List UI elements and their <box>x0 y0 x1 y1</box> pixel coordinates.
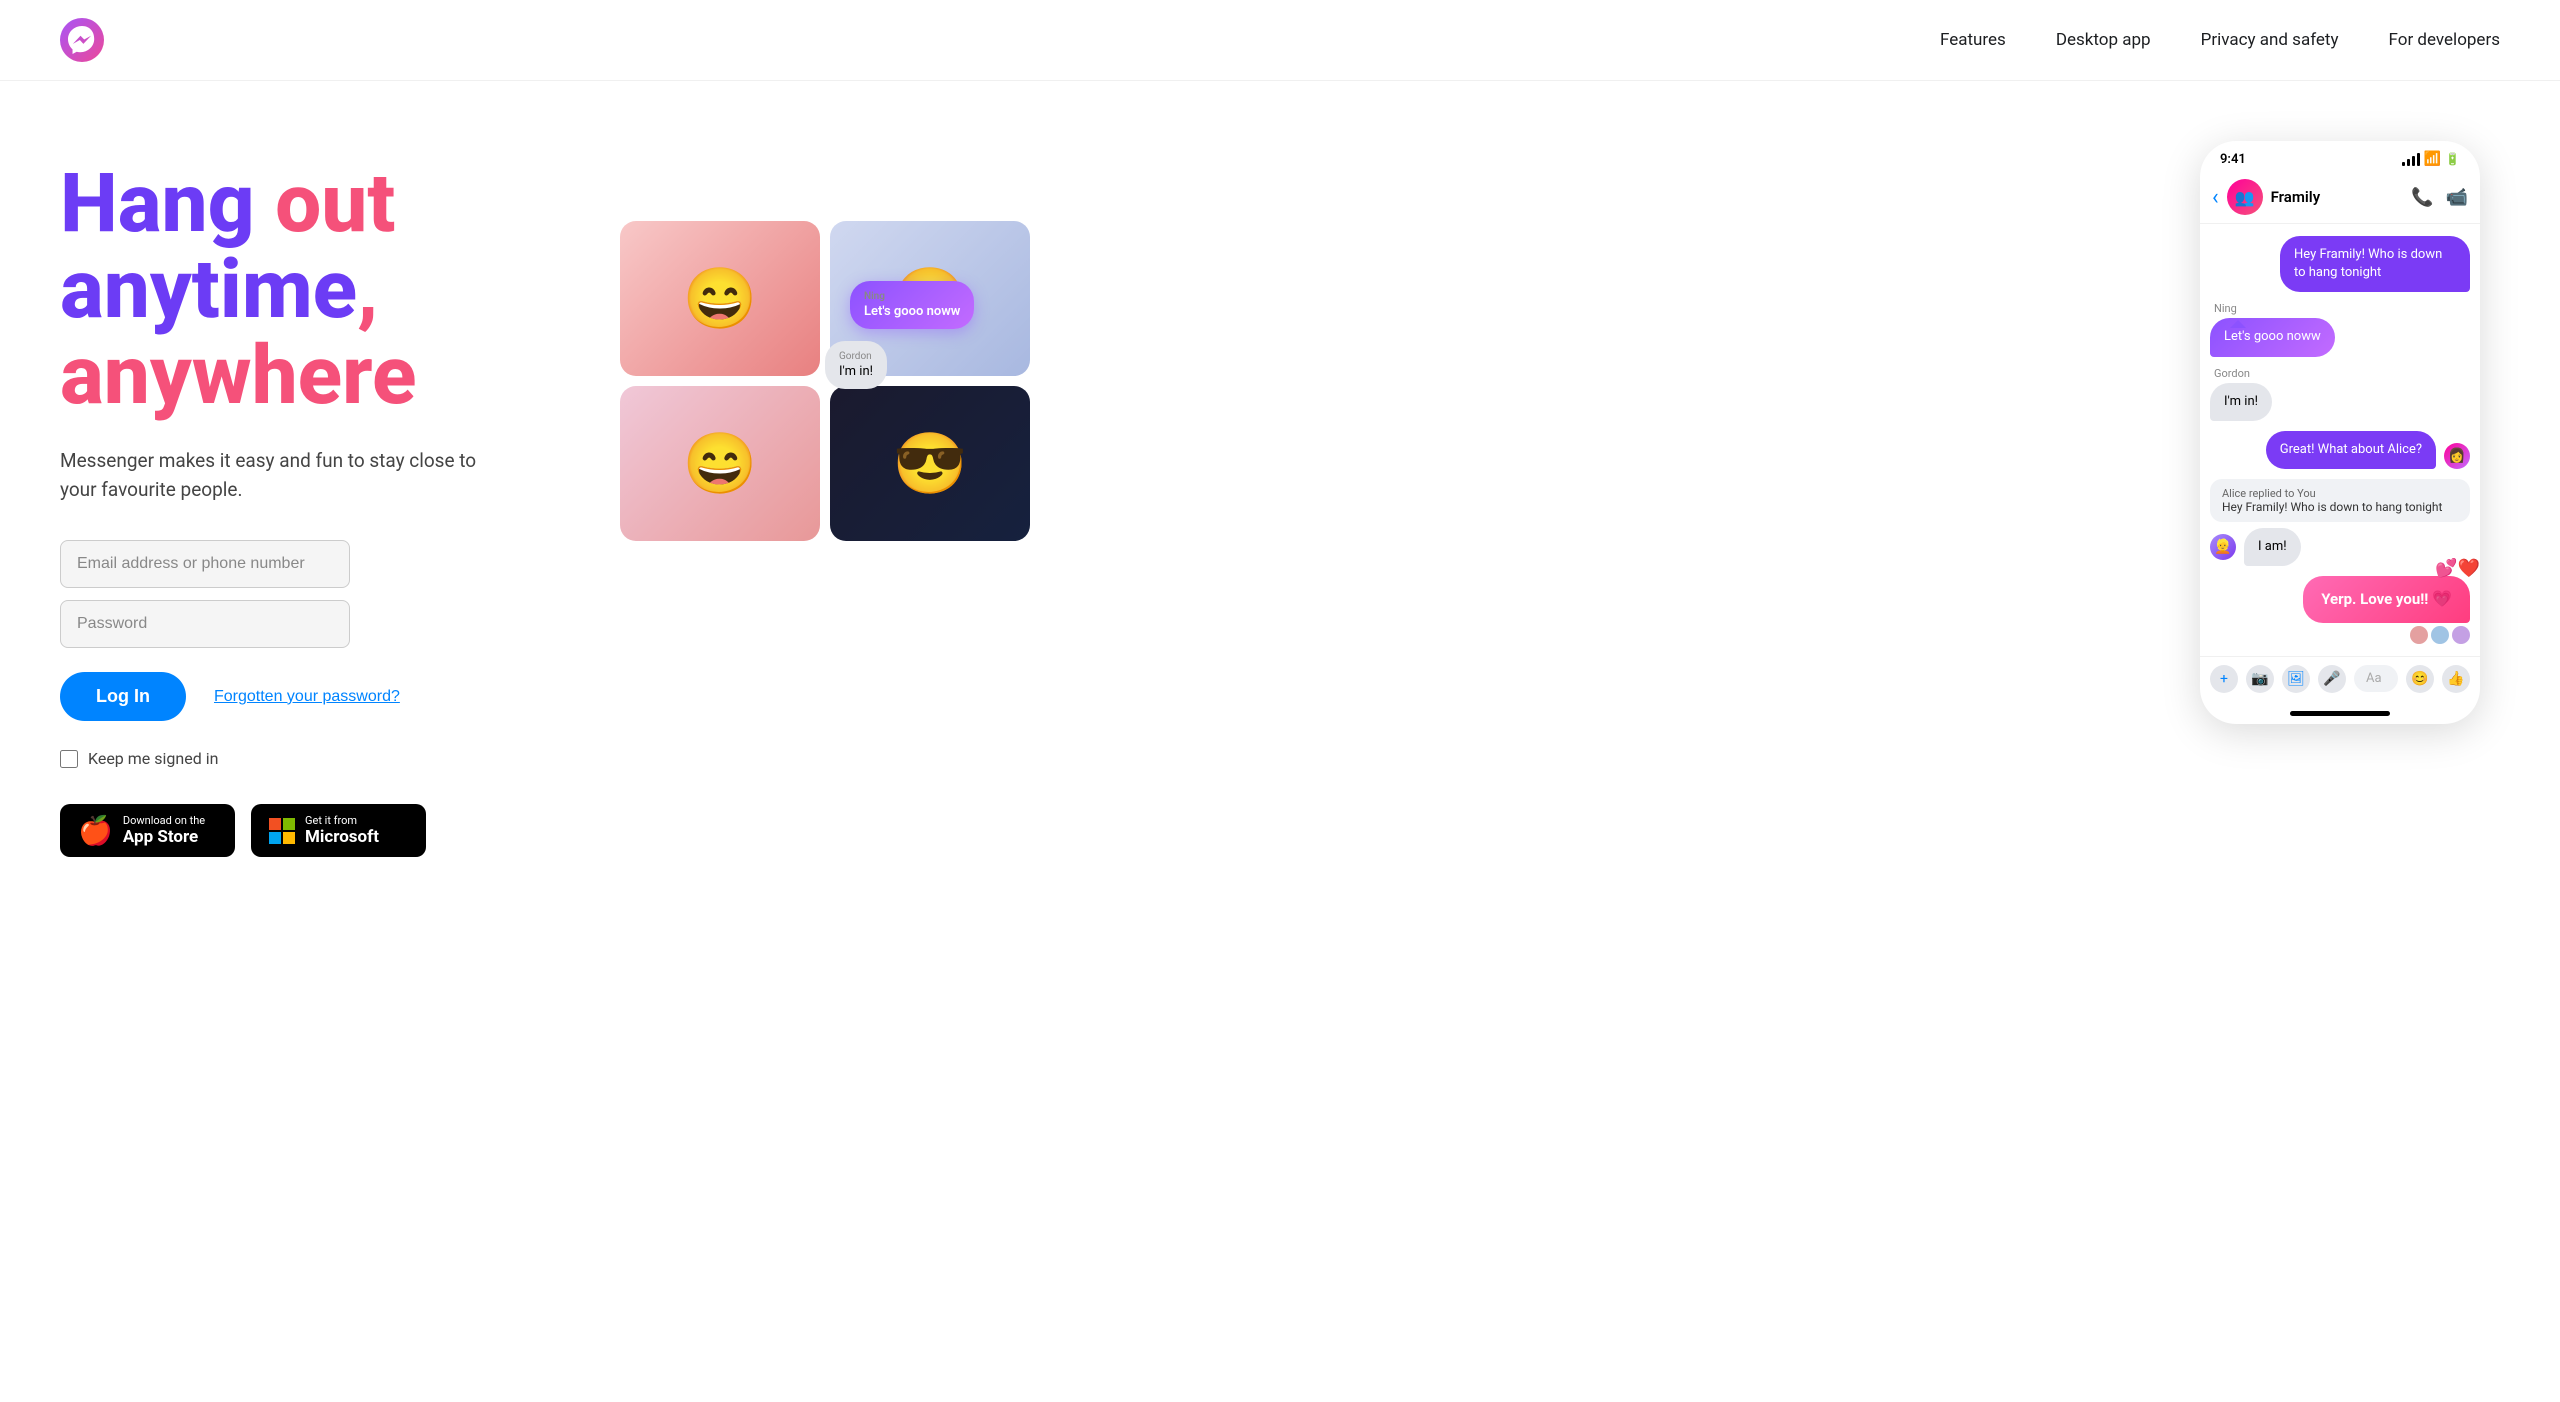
phone-call-icon[interactable]: 📞 <box>2411 187 2433 208</box>
bubble-i-am: I am! <box>2244 528 2301 566</box>
phone-mockup: 9:41 📶 🔋 ‹ 👥 Framily <box>2200 141 2480 724</box>
microsoft-sub-text: Get it from <box>305 814 379 827</box>
reply-row: Alice replied to You Hey Framily! Who is… <box>2210 479 2470 566</box>
chat-header: ‹ 👥 Framily 📞 📹 <box>2200 173 2480 224</box>
video-card-3: 😄 <box>620 386 820 541</box>
email-input[interactable] <box>60 540 350 588</box>
bubble-row-great: Great! What about Alice? 👩 <box>2210 431 2470 469</box>
bubble-im-in: I'm in! <box>2210 383 2272 421</box>
forgot-password-link[interactable]: Forgotten your password? <box>214 688 400 706</box>
bubble-hey-framily: Hey Framily! Who is down to hang tonight <box>2280 236 2470 292</box>
user-avatar-small: 👩 <box>2444 443 2470 469</box>
bubble-group-im-in: Gordon I'm in! <box>2210 367 2470 421</box>
microsoft-icon <box>269 818 295 844</box>
phone-status-bar: 9:41 📶 🔋 <box>2200 141 2480 173</box>
love-reaction-row: Yerp. Love you!! 💗 💕❤️ <box>2210 576 2470 643</box>
nav-desktop-app[interactable]: Desktop app <box>2056 30 2151 50</box>
group-name: Framily <box>2271 188 2404 206</box>
nav-features[interactable]: Features <box>1940 30 2006 50</box>
hero-word-anywhere: anywhere <box>60 328 416 424</box>
hero-word-hang: Hang <box>60 156 275 252</box>
battery-icon: 🔋 <box>2445 152 2460 166</box>
mic-icon[interactable]: 🎤 <box>2318 665 2346 693</box>
keep-signed-checkbox[interactable] <box>60 750 78 768</box>
reply-avatar: 👱 <box>2210 534 2236 560</box>
password-input[interactable] <box>60 600 350 648</box>
emoji-icon[interactable]: 😊 <box>2406 665 2434 693</box>
message-input[interactable]: Aa <box>2354 665 2398 692</box>
keep-signed-row: Keep me signed in <box>60 749 560 768</box>
hero-word-out: out <box>275 156 395 252</box>
camera-icon[interactable]: 📷 <box>2246 665 2274 693</box>
chat-input-bar: + 📷 🖼 🎤 Aa 😊 👍 <box>2200 656 2480 705</box>
heart-reactions: 💕❤️ <box>2435 558 2480 579</box>
hero-word-anytime: anytime, <box>60 242 378 338</box>
photo-icon[interactable]: 🖼 <box>2282 665 2310 693</box>
app-store-sub-text: Download on the <box>123 814 205 827</box>
main-nav: Features Desktop app Privacy and safety … <box>1940 30 2500 50</box>
phone-time: 9:41 <box>2220 152 2246 167</box>
reaction-avatars <box>2210 626 2470 644</box>
hero-title: Hang out anytime, anywhere <box>60 161 560 419</box>
hero-subtitle: Messenger makes it easy and fun to stay … <box>60 447 480 504</box>
home-indicator <box>2290 711 2390 716</box>
like-icon[interactable]: 👍 <box>2442 665 2470 693</box>
reply-label: Alice replied to You <box>2222 487 2458 500</box>
video-call-icon[interactable]: 📹 <box>2446 187 2468 208</box>
apple-icon: 🍎 <box>78 817 113 845</box>
login-button[interactable]: Log In <box>60 672 186 721</box>
reply-preview-bubble: Alice replied to You Hey Framily! Who is… <box>2210 479 2470 522</box>
download-buttons-row: 🍎 Download on the App Store G <box>60 804 560 857</box>
page-header: Features Desktop app Privacy and safety … <box>0 0 2560 81</box>
floating-bubble-ning: Ning Let's gooo noww <box>850 281 974 329</box>
logo-area <box>60 18 104 62</box>
wifi-icon: 📶 <box>2424 151 2441 167</box>
app-store-button[interactable]: 🍎 Download on the App Store <box>60 804 235 857</box>
video-card-1: 😄 <box>620 221 820 376</box>
bubble-group-lets-gooo: Ning Let's gooo noww <box>2210 302 2470 356</box>
back-button[interactable]: ‹ <box>2212 185 2219 210</box>
nav-for-developers[interactable]: For developers <box>2389 30 2500 50</box>
messenger-logo-icon <box>60 18 104 62</box>
status-icons: 📶 🔋 <box>2402 151 2460 167</box>
app-store-main-text: App Store <box>123 827 205 847</box>
keep-signed-label[interactable]: Keep me signed in <box>88 749 218 768</box>
sender-gordon: Gordon <box>2214 367 2250 380</box>
bubble-yerp: Yerp. Love you!! 💗 <box>2303 576 2470 622</box>
microsoft-store-button[interactable]: Get it from Microsoft <box>251 804 426 857</box>
right-panel: 😄 😊 😄 😎 Ning Let's gooo noww Gordon I'm … <box>560 141 2500 741</box>
floating-bubble-gordon: Gordon I'm in! <box>825 341 887 389</box>
bubble-great-alice: Great! What about Alice? <box>2266 431 2436 469</box>
main-content: Hang out anytime, anywhere Messenger mak… <box>0 81 2560 897</box>
video-call-grid: 😄 😊 😄 😎 <box>620 221 1030 541</box>
add-icon[interactable]: + <box>2210 665 2238 693</box>
group-avatar: 👥 <box>2227 179 2263 215</box>
microsoft-main-text: Microsoft <box>305 827 379 847</box>
action-row: Log In Forgotten your password? <box>60 672 560 721</box>
reply-text: Hey Framily! Who is down to hang tonight <box>2222 500 2458 514</box>
left-panel: Hang out anytime, anywhere Messenger mak… <box>60 141 560 857</box>
nav-privacy-safety[interactable]: Privacy and safety <box>2201 30 2339 50</box>
signal-bars-icon <box>2402 152 2420 166</box>
bubble-lets-gooo: Let's gooo noww <box>2210 318 2335 356</box>
chat-body: Hey Framily! Who is down to hang tonight… <box>2200 224 2480 656</box>
login-form <box>60 540 560 648</box>
video-card-4: 😎 <box>830 386 1030 541</box>
